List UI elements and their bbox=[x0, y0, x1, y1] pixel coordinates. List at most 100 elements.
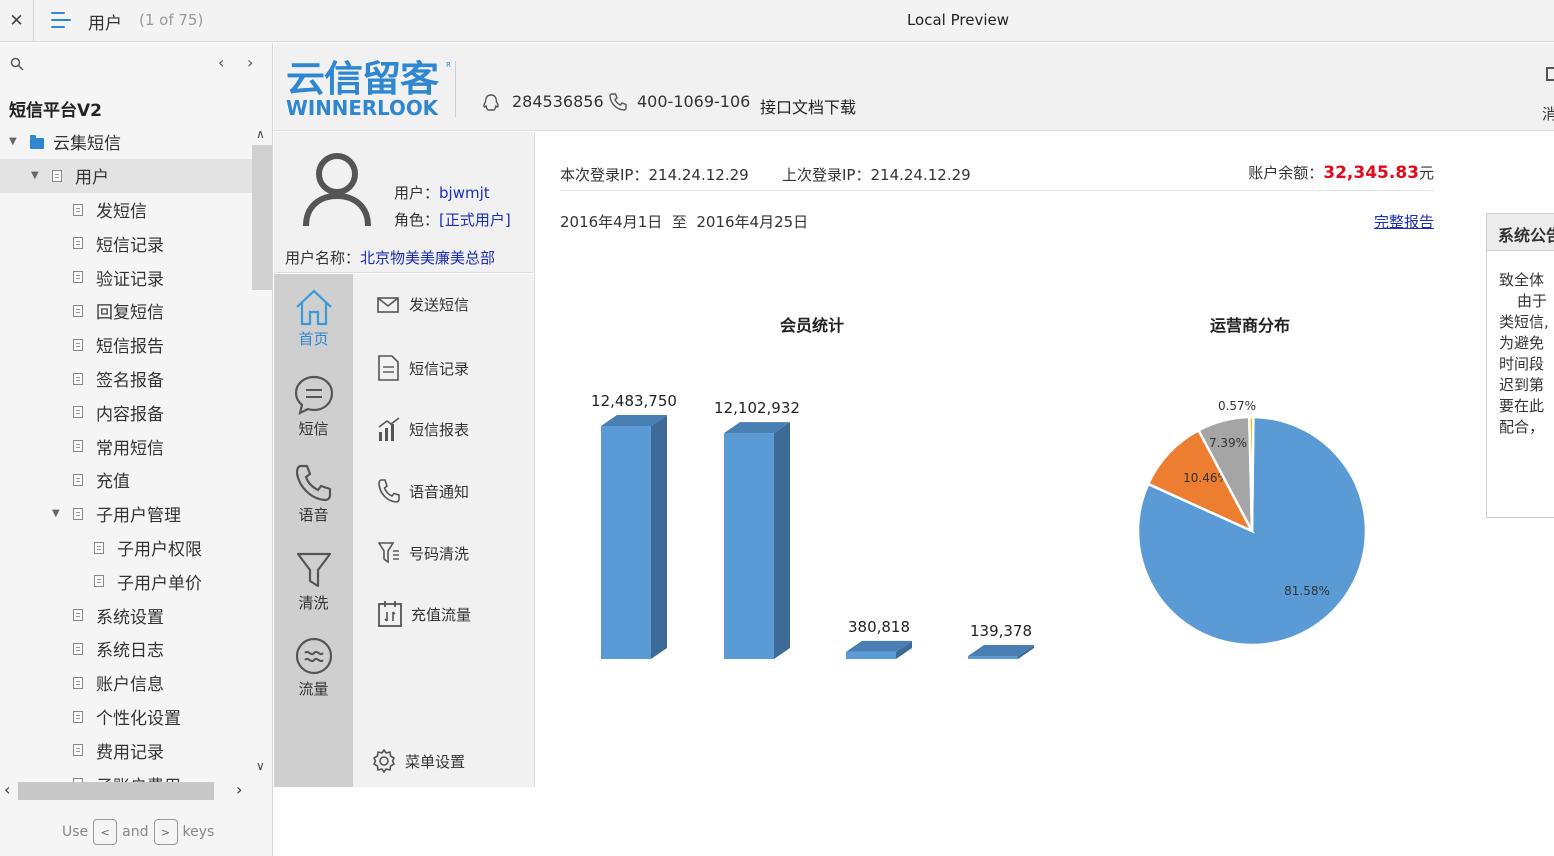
bar bbox=[968, 656, 1018, 659]
expand-toggle-icon[interactable]: ▼ bbox=[52, 508, 60, 519]
page-icon bbox=[73, 642, 83, 655]
tree-item-label: 系统设置 bbox=[96, 607, 164, 628]
scroll-left-icon[interactable]: ‹ bbox=[4, 780, 10, 799]
nav-traffic[interactable]: 流量 bbox=[274, 636, 353, 699]
nav-voice[interactable]: 语音 bbox=[274, 464, 353, 525]
tree-item[interactable]: 个性化设置 bbox=[0, 700, 252, 734]
winnerlook-logo[interactable]: 云信留客 R WINNERLOOK bbox=[284, 57, 454, 119]
submenu-recharge-traffic[interactable]: 充值流量 bbox=[377, 600, 471, 628]
message-icon[interactable] bbox=[1546, 67, 1554, 81]
scroll-right-icon[interactable]: › bbox=[236, 780, 242, 799]
dashboard-main: 本次登录IP：214.24.12.29 上次登录IP：214.24.12.29 … bbox=[560, 132, 1434, 732]
page-icon bbox=[73, 440, 83, 453]
tree-item[interactable]: 常用短信 bbox=[0, 429, 252, 463]
full-report-link[interactable]: 完整报告 bbox=[1374, 211, 1434, 232]
viewer-toolbar: ✕ 用户 (1 of 75) Local Preview bbox=[0, 0, 1554, 42]
search-icon[interactable] bbox=[10, 57, 24, 71]
next-page-button[interactable]: › bbox=[247, 53, 253, 72]
last-login-ip: 上次登录IP：214.24.12.29 bbox=[782, 166, 971, 184]
scroll-down-icon[interactable]: ∨ bbox=[256, 759, 265, 773]
page-icon bbox=[73, 203, 83, 216]
qq-icon bbox=[483, 94, 499, 111]
account-balance: 账户余额：32,345.83元 bbox=[1248, 163, 1434, 183]
data-flow-icon bbox=[295, 637, 332, 675]
tree-item-label: 常用短信 bbox=[96, 438, 164, 459]
project-title: 短信平台V2 bbox=[9, 101, 102, 121]
envelope-icon bbox=[377, 296, 399, 313]
api-doc-download-link[interactable]: 接口文档下载 bbox=[760, 94, 856, 118]
current-login-ip: 本次登录IP：214.24.12.29 bbox=[560, 166, 749, 184]
nav-clean[interactable]: 清洗 bbox=[274, 550, 353, 613]
notice-line: 由于 bbox=[1517, 292, 1548, 310]
page-icon bbox=[73, 507, 83, 520]
submenu-number-clean[interactable]: 号码清洗 bbox=[377, 540, 469, 566]
submenu-voice-notice[interactable]: 语音通知 bbox=[377, 478, 469, 504]
tree-item[interactable]: 签名报备 bbox=[0, 362, 252, 396]
horizontal-scrollbar[interactable]: ‹ › bbox=[0, 779, 252, 801]
tree-item[interactable]: 发短信 bbox=[0, 193, 252, 227]
tree-item[interactable]: 系统日志 bbox=[0, 632, 252, 666]
avatar-icon bbox=[303, 153, 371, 227]
tree-item[interactable]: 充值 bbox=[0, 463, 252, 497]
divider bbox=[455, 61, 456, 117]
user-display-name: 用户名称：北京物美美廉美总部 bbox=[285, 249, 496, 267]
scroll-thumb[interactable] bbox=[252, 145, 272, 290]
user-id: 用户：bjwmjt bbox=[394, 184, 490, 202]
tree-item[interactable]: 子用户单价 bbox=[0, 564, 252, 598]
tree-item[interactable]: 账户信息 bbox=[0, 666, 252, 700]
folder-icon bbox=[30, 135, 44, 149]
tree-item[interactable]: 短信记录 bbox=[0, 226, 252, 260]
phone-number: 400-1069-106 bbox=[637, 92, 751, 111]
home-icon bbox=[295, 289, 332, 326]
tree-item-label: 内容报备 bbox=[96, 404, 164, 425]
page-icon bbox=[73, 372, 83, 385]
divider bbox=[560, 190, 1434, 191]
nav-home[interactable]: 首页 bbox=[274, 288, 353, 349]
tree-item-label: 签名报备 bbox=[96, 370, 164, 391]
tree-item[interactable]: ▼ 云集短信 bbox=[0, 125, 252, 159]
menu-settings-button[interactable]: 菜单设置 bbox=[371, 748, 465, 774]
page-icon bbox=[52, 169, 62, 182]
submenu-send-sms[interactable]: 发送短信 bbox=[377, 294, 469, 315]
tree-item[interactable]: ▼ 子用户管理 bbox=[0, 497, 252, 531]
scroll-up-icon[interactable]: ∧ bbox=[256, 127, 265, 141]
left-key-icon: < bbox=[93, 819, 118, 845]
filter-icon bbox=[296, 552, 331, 588]
submenu-sms-records[interactable]: 短信记录 bbox=[377, 354, 469, 382]
bar-data-label: 12,483,750 bbox=[591, 392, 677, 410]
bar-chart-title: 会员统计 bbox=[780, 316, 844, 335]
tree-item-label: 短信报告 bbox=[96, 337, 164, 358]
page-icon bbox=[73, 237, 83, 250]
expand-toggle-icon[interactable]: ▼ bbox=[31, 170, 39, 181]
scroll-thumb[interactable] bbox=[18, 782, 214, 800]
document-icon bbox=[378, 355, 399, 381]
bar-chart-icon bbox=[378, 417, 400, 441]
tree-item[interactable]: 内容报备 bbox=[0, 395, 252, 429]
tree-item-label: 账户信息 bbox=[96, 675, 164, 696]
tree-item[interactable]: 子用户权限 bbox=[0, 531, 252, 565]
tree-item[interactable]: ▼ 用户 bbox=[0, 158, 252, 193]
page-icon bbox=[73, 473, 83, 486]
submenu-sms-reports[interactable]: 短信报表 bbox=[377, 416, 469, 442]
tree-item-label: 用户 bbox=[75, 168, 109, 189]
tree-item[interactable]: 短信报告 bbox=[0, 328, 252, 362]
notice-line: 时间段 bbox=[1499, 355, 1545, 373]
message-label[interactable]: 消 bbox=[1542, 103, 1554, 124]
user-role: 角色：[正式用户] bbox=[394, 211, 511, 229]
tree-item-label: 短信记录 bbox=[96, 235, 164, 256]
tree-item[interactable]: 验证记录 bbox=[0, 260, 252, 294]
vertical-scrollbar[interactable]: ∧ ∨ bbox=[252, 125, 272, 780]
notice-line: 迟到第 bbox=[1499, 376, 1545, 394]
chat-bubble-icon bbox=[294, 375, 333, 416]
tree-item[interactable]: 费用记录 bbox=[0, 733, 252, 767]
prev-page-button[interactable]: ‹ bbox=[218, 53, 224, 72]
nav-sms[interactable]: 短信 bbox=[274, 374, 353, 439]
tree-item[interactable]: 系统设置 bbox=[0, 598, 252, 632]
window-title: Local Preview bbox=[906, 11, 1010, 29]
bar-data-label: 139,378 bbox=[970, 622, 1032, 640]
tree-item[interactable]: 回复短信 bbox=[0, 294, 252, 328]
page-icon bbox=[73, 338, 83, 351]
expand-toggle-icon[interactable]: ▼ bbox=[9, 136, 17, 147]
notice-title: 系统公告 bbox=[1487, 214, 1554, 251]
gear-icon bbox=[373, 749, 395, 773]
